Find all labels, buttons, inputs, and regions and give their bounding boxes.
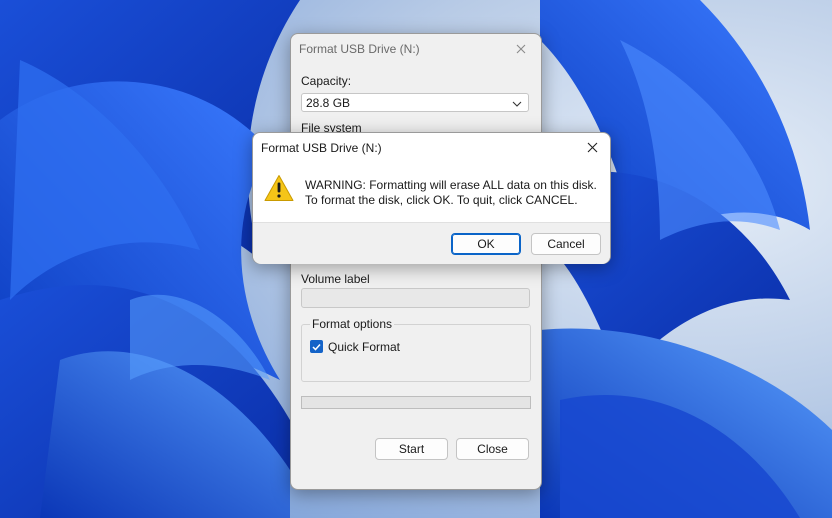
capacity-select[interactable]: 28.8 GB xyxy=(301,93,529,112)
volume-label-label: Volume label xyxy=(301,272,370,286)
capacity-label: Capacity: xyxy=(301,74,352,88)
capacity-value: 28.8 GB xyxy=(306,95,351,110)
ok-button[interactable]: OK xyxy=(451,233,521,255)
format-dialog-titlebar[interactable]: Format USB Drive (N:) xyxy=(291,34,541,64)
warning-dialog: Format USB Drive (N:) WARNING: Formattin… xyxy=(252,132,611,264)
format-dialog-title: Format USB Drive (N:) xyxy=(299,42,420,56)
chevron-down-icon xyxy=(512,96,522,110)
quick-format-checkbox[interactable] xyxy=(310,340,323,353)
start-button[interactable]: Start xyxy=(375,438,448,460)
quick-format-label[interactable]: Quick Format xyxy=(328,340,400,354)
warning-message: WARNING: Formatting will erase ALL data … xyxy=(305,178,597,208)
warning-dialog-content: WARNING: Formatting will erase ALL data … xyxy=(253,162,610,222)
warning-message-line2: To format the disk, click OK. To quit, c… xyxy=(305,193,578,207)
close-icon[interactable] xyxy=(580,136,604,160)
warning-dialog-titlebar[interactable]: Format USB Drive (N:) xyxy=(253,133,610,162)
warning-icon xyxy=(264,174,294,205)
format-options-label: Format options xyxy=(310,317,395,331)
format-progress-bar xyxy=(301,396,531,409)
warning-message-line1: WARNING: Formatting will erase ALL data … xyxy=(305,178,597,192)
format-options-group: Format options Quick Format xyxy=(301,317,531,382)
volume-label-input[interactable] xyxy=(301,288,530,308)
warning-dialog-title: Format USB Drive (N:) xyxy=(261,140,382,155)
cancel-button[interactable]: Cancel xyxy=(531,233,601,255)
close-icon[interactable] xyxy=(509,37,533,61)
warning-dialog-footer: OK Cancel xyxy=(253,222,610,264)
close-button[interactable]: Close xyxy=(456,438,529,460)
